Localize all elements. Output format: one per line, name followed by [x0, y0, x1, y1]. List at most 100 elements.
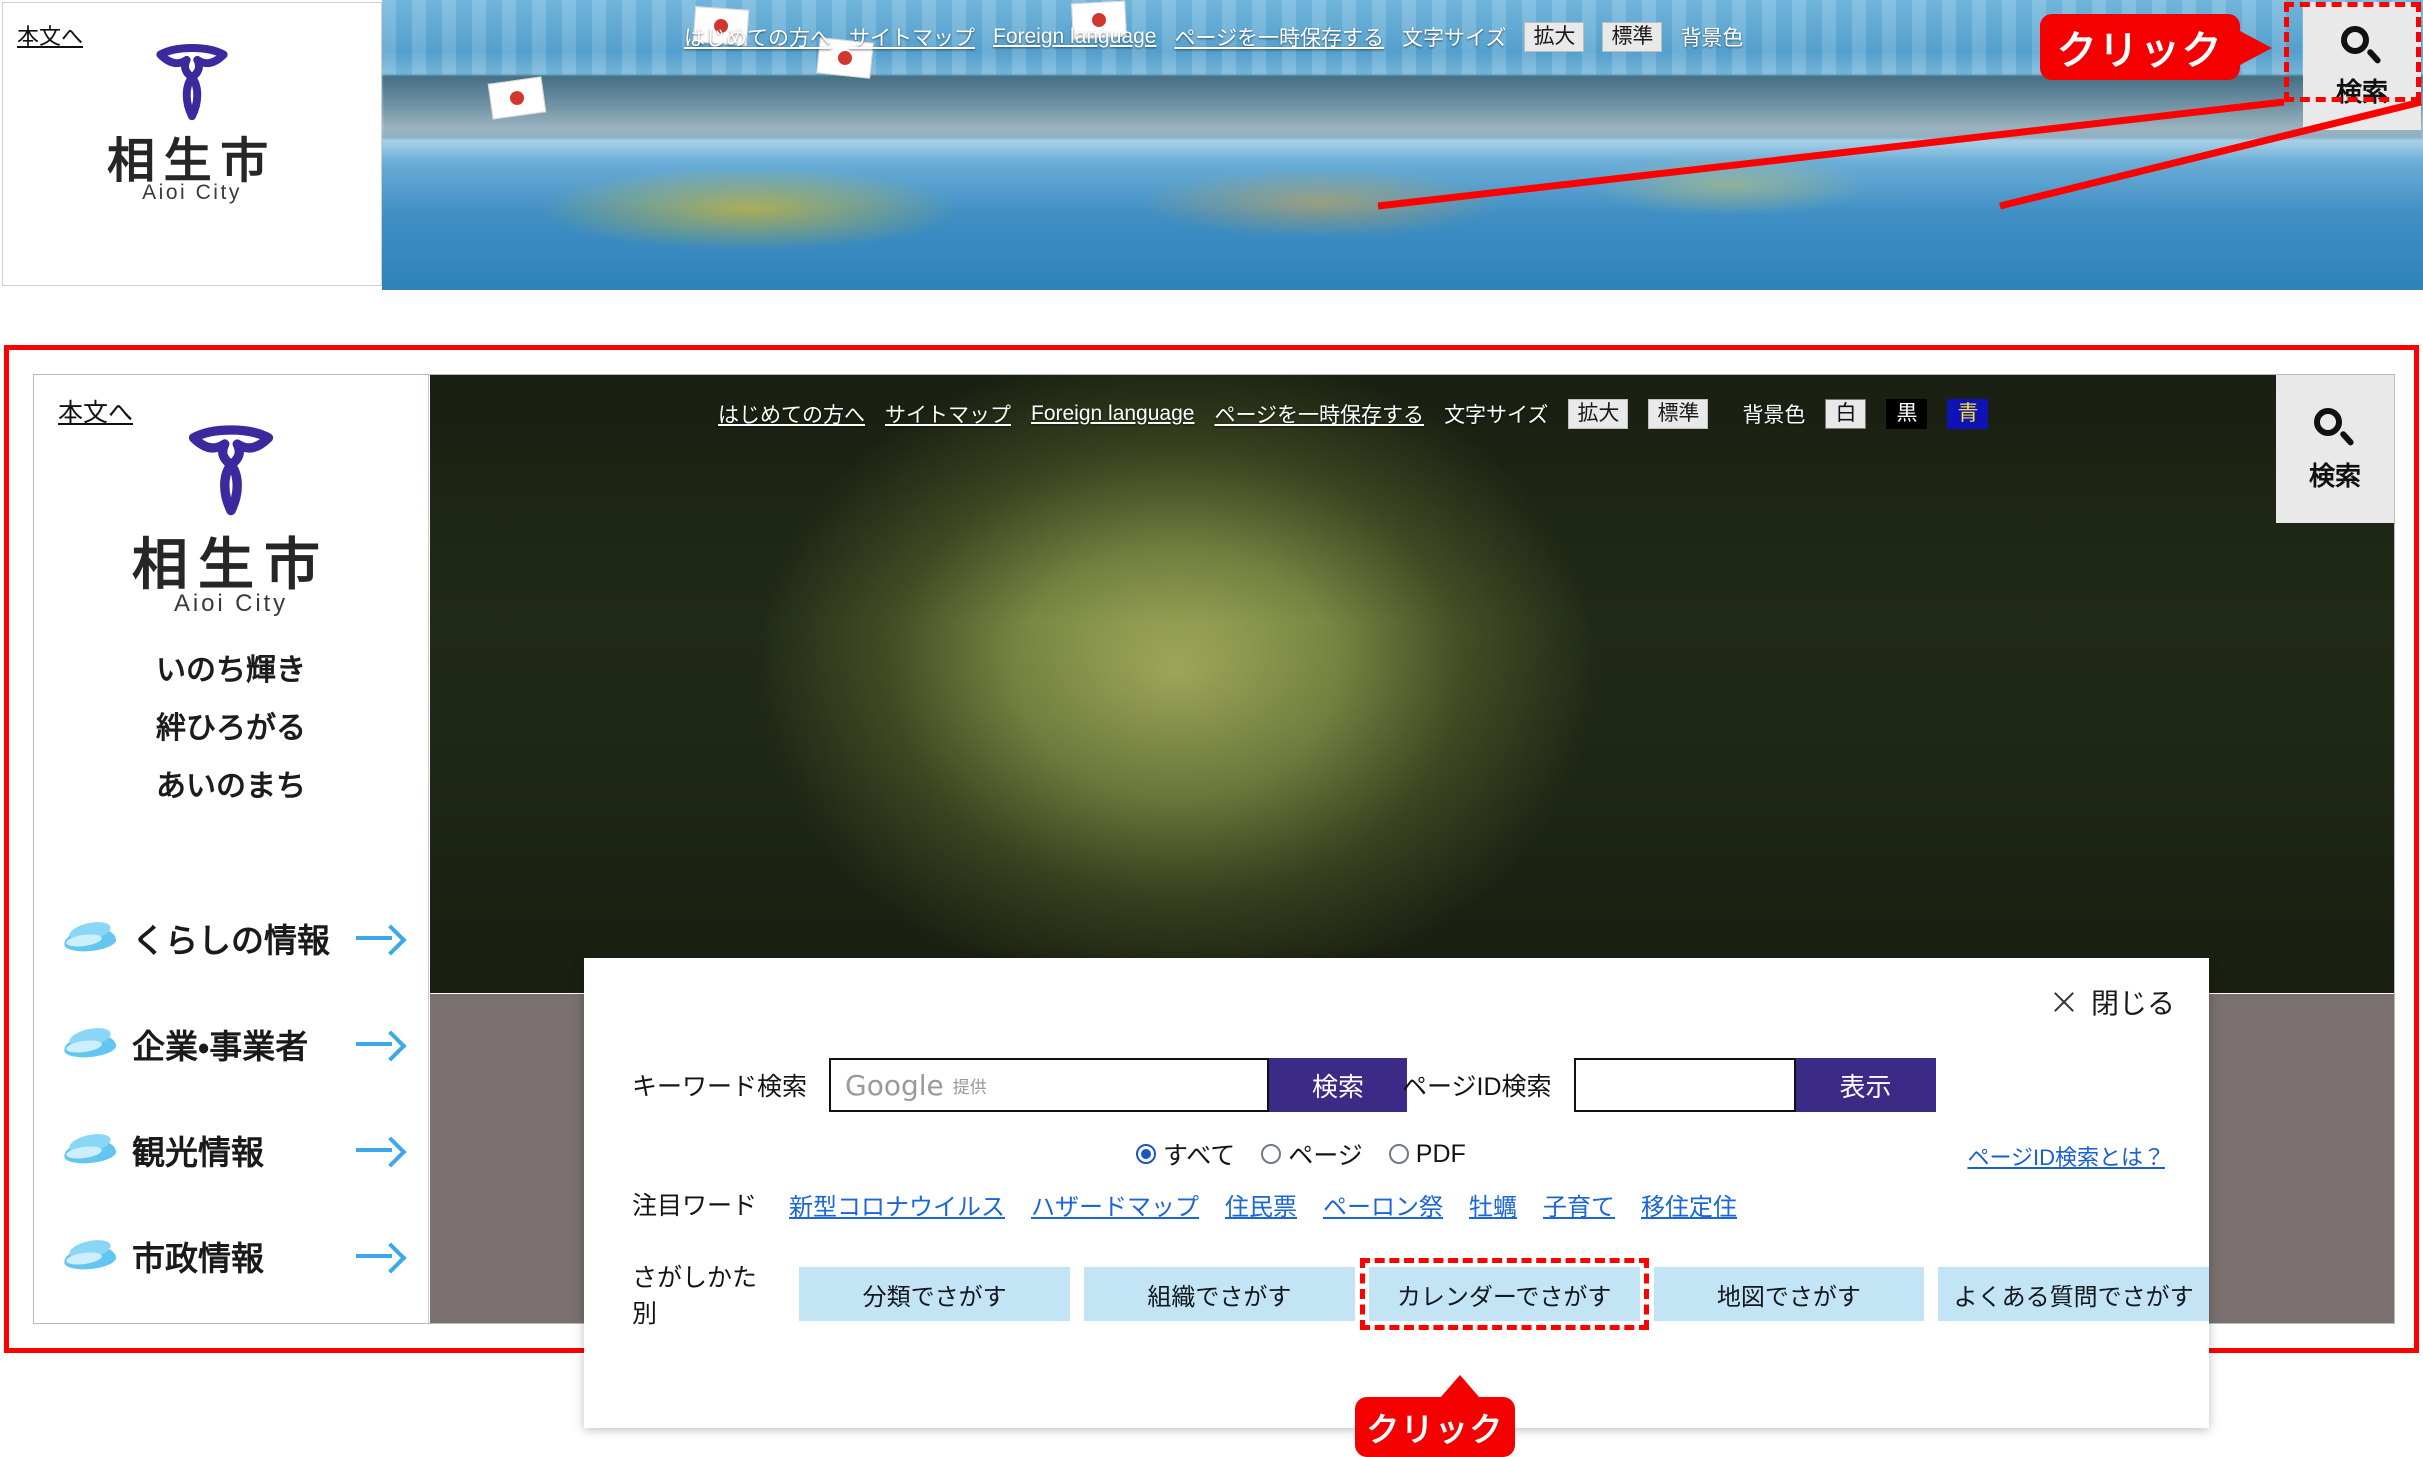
- font-size-large-button[interactable]: 拡大: [1524, 22, 1585, 52]
- hot-word-link[interactable]: 新型コロナウイルス: [789, 1187, 1005, 1222]
- hot-word-link[interactable]: ペーロン祭: [1323, 1187, 1443, 1222]
- highlight-box-search-tab: [2284, 2, 2421, 102]
- sidebar-item-label: 観光情報: [132, 1134, 264, 1171]
- city-crest-icon: [148, 37, 236, 130]
- zoomed-screenshot-frame: 本文へ 相生市 Aioi City いのち輝き 絆ひろがる あいのまち くらしの…: [4, 345, 2419, 1457]
- font-size-label: 文字サイズ: [1444, 404, 1549, 427]
- font-size-normal-button[interactable]: 標準: [1648, 399, 1709, 429]
- slogan-line-3: あいのまち: [156, 770, 306, 803]
- hot-words-row: 注目ワード 新型コロナウイルス ハザードマップ 住民票 ペーロン祭 牡蠣 子育て…: [632, 1186, 1737, 1222]
- close-search-panel-button[interactable]: 閉じる: [2051, 982, 2175, 1022]
- arrow-right-icon: [356, 1136, 407, 1168]
- sidebar-item-label: 企業・事業者: [132, 1028, 309, 1065]
- page-id-search-row: ページID検索 表示: [1402, 1058, 1936, 1112]
- oyster-icon: [62, 1236, 118, 1273]
- find-by-category-button[interactable]: 分類でさがす: [799, 1267, 1071, 1321]
- close-label: 閉じる: [2090, 988, 2175, 1019]
- keyword-search-label: キーワード検索: [632, 1073, 808, 1101]
- nav-link-save-page[interactable]: ページを一時保存する: [1174, 22, 1384, 52]
- close-icon: [2051, 989, 2077, 1015]
- sidebar-item-kurashi[interactable]: くらしの情報: [34, 885, 428, 991]
- find-by-label: さがしかた別: [632, 1264, 758, 1328]
- scope-radio-page[interactable]: ページ: [1261, 1136, 1363, 1172]
- search-input-placeholder-main: Google: [845, 1068, 944, 1102]
- flag-icon: [487, 76, 547, 120]
- page-id-input[interactable]: [1573, 1058, 1796, 1112]
- city-name-en: Aioi City: [142, 181, 242, 204]
- radio-unselected-icon: [1261, 1144, 1282, 1164]
- city-name-en: Aioi City: [174, 590, 288, 617]
- search-tab-label: 検索: [2308, 460, 2361, 491]
- bg-color-blue-button[interactable]: 青: [1947, 399, 1989, 429]
- nav-link-sitemap[interactable]: サイトマップ: [885, 399, 1011, 429]
- site-utility-nav: はじめての方へ サイトマップ Foreign language ページを一時保存…: [718, 399, 1989, 429]
- nav-link-foreign-language[interactable]: Foreign language: [1031, 402, 1194, 426]
- keyword-search-button[interactable]: 検索: [1269, 1058, 1408, 1112]
- hot-word-link[interactable]: 移住定住: [1641, 1187, 1737, 1222]
- hot-word-link[interactable]: 牡蠣: [1469, 1187, 1517, 1222]
- search-scope-radios: すべて ページ PDF: [1136, 1136, 1466, 1172]
- bg-color-white-button[interactable]: 白: [1825, 399, 1867, 429]
- nav-link-sitemap[interactable]: サイトマップ: [849, 22, 975, 52]
- nav-link-save-page[interactable]: ページを一時保存する: [1214, 399, 1424, 429]
- sidebar-item-business[interactable]: 企業・事業者: [34, 991, 428, 1097]
- find-by-organization-button[interactable]: 組織でさがす: [1084, 1267, 1355, 1321]
- font-size-large-button[interactable]: 拡大: [1568, 399, 1629, 429]
- oyster-icon: [62, 1130, 118, 1167]
- hot-words-label: 注目ワード: [632, 1192, 758, 1220]
- find-by-row: さがしかた別 分類でさがす 組織でさがす カレンダーでさがす 地図でさがす よく…: [632, 1258, 2209, 1330]
- top-header-strip: 本文へ 相生市 Aioi City はじめての方へ サイトマップ Foreign…: [0, 0, 2423, 290]
- find-by-calendar-button[interactable]: カレンダーでさがす: [1359, 1258, 1649, 1330]
- nav-link-beginners[interactable]: はじめての方へ: [684, 22, 831, 52]
- scope-radio-label: PDF: [1415, 1139, 1466, 1168]
- city-crest-icon: [179, 417, 283, 526]
- scope-radio-all[interactable]: すべて: [1136, 1136, 1235, 1172]
- sidebar-item-label: 市政情報: [132, 1240, 264, 1277]
- skip-to-content-link[interactable]: 本文へ: [17, 19, 83, 51]
- scope-radio-pdf[interactable]: PDF: [1388, 1139, 1466, 1169]
- sidebar-item-tourism[interactable]: 観光情報: [34, 1097, 428, 1203]
- sidebar-item-city-government[interactable]: 市政情報: [34, 1203, 428, 1309]
- keyword-search-row: キーワード検索 Google 提供 検索: [632, 1058, 1408, 1112]
- hot-word-link[interactable]: 住民票: [1225, 1187, 1297, 1222]
- scope-radio-label: すべて: [1163, 1142, 1236, 1170]
- oyster-icon: [62, 918, 118, 955]
- slogan-line-2: 絆ひろがる: [156, 712, 306, 745]
- radio-unselected-icon: [1388, 1144, 1409, 1164]
- find-by-faq-button[interactable]: よくある質問でさがす: [1938, 1267, 2209, 1321]
- screenshot-root: 本文へ 相生市 Aioi City はじめての方へ サイトマップ Foreign…: [0, 0, 2423, 1457]
- site-sidebar: 本文へ 相生市 Aioi City いのち輝き 絆ひろがる あいのまち くらしの…: [34, 375, 429, 1323]
- search-tab-button[interactable]: 検索: [2276, 375, 2394, 523]
- site-hero-image: はじめての方へ サイトマップ Foreign language ページを一時保存…: [430, 375, 2394, 993]
- font-size-normal-button[interactable]: 標準: [1602, 22, 1663, 52]
- city-name: 相生市: [131, 533, 331, 596]
- arrow-right-icon: [356, 1030, 407, 1062]
- hot-word-link[interactable]: 子育て: [1543, 1187, 1615, 1222]
- callout-click-top: クリック: [2040, 14, 2240, 80]
- arrow-right-icon: [356, 1242, 407, 1274]
- scope-radio-label: ページ: [1288, 1142, 1363, 1170]
- callout-click-panel: クリック: [1355, 1397, 1515, 1457]
- hot-word-link[interactable]: ハザードマップ: [1031, 1187, 1199, 1222]
- sidebar-item-label: くらしの情報: [132, 922, 330, 959]
- find-by-map-button[interactable]: 地図でさがす: [1653, 1267, 1925, 1321]
- bg-color-black-button[interactable]: 黒: [1886, 399, 1928, 429]
- page-id-display-button[interactable]: 表示: [1795, 1058, 1936, 1112]
- oyster-icon: [62, 1024, 118, 1061]
- bg-color-label: 背景色: [1680, 27, 1744, 50]
- search-input-placeholder-sub: 提供: [952, 1077, 987, 1097]
- sidebar-nav-list: くらしの情報 企業・事業者 観光情報 市政情報: [34, 885, 428, 1309]
- radio-selected-icon: [1136, 1144, 1156, 1164]
- arrow-right-icon: [356, 924, 407, 956]
- nav-link-beginners[interactable]: はじめての方へ: [718, 399, 865, 429]
- page-id-help-link[interactable]: ページID検索とは？: [1967, 1140, 2165, 1172]
- font-size-label: 文字サイズ: [1402, 27, 1507, 50]
- top-site-logo-block: 本文へ 相生市 Aioi City: [2, 2, 382, 286]
- search-input[interactable]: Google 提供: [829, 1058, 1270, 1112]
- nav-link-foreign-language[interactable]: Foreign language: [993, 25, 1156, 49]
- slogan-line-1: いのち輝き: [156, 654, 306, 687]
- callout-tail-top: [2238, 30, 2272, 66]
- skip-to-content-link[interactable]: 本文へ: [58, 393, 133, 429]
- bg-color-label: 背景色: [1742, 404, 1806, 427]
- top-utility-nav: はじめての方へ サイトマップ Foreign language ページを一時保存…: [684, 22, 1743, 52]
